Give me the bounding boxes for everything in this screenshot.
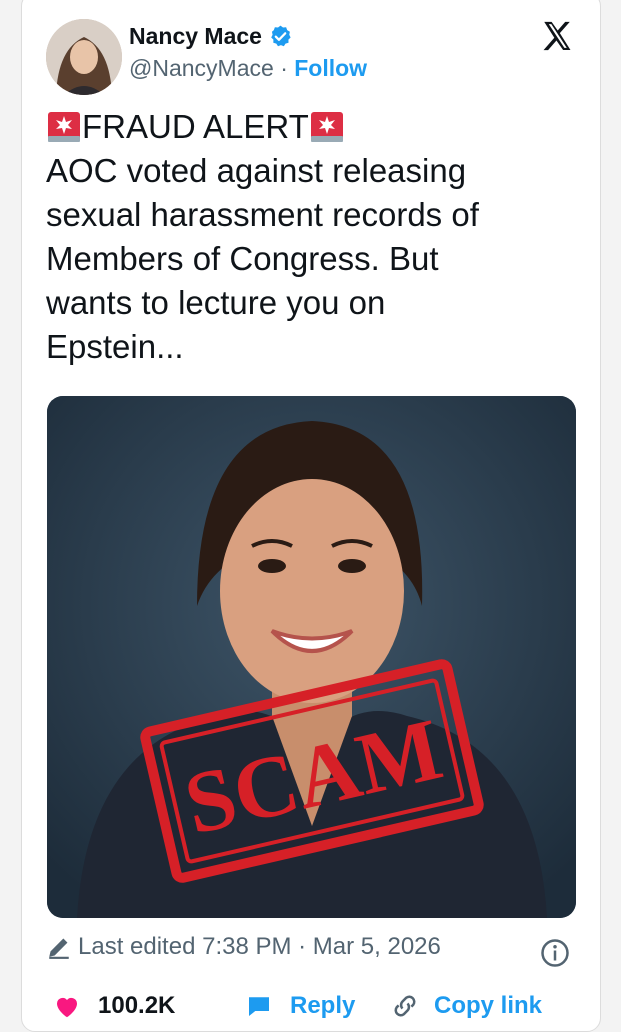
follow-button[interactable]: Follow	[294, 55, 367, 81]
tweet-line-6: Epstein...	[46, 328, 184, 365]
edited-label: Last edited 7:38 PM · Mar 5, 2026	[78, 933, 441, 960]
copy-link-action[interactable]: Copy link	[390, 991, 542, 1021]
tweet-line-text-1: FRAUD ALERT	[82, 108, 309, 145]
heart-icon	[57, 997, 77, 1018]
tweet-text: FRAUD ALERT AOC voted against releasing …	[46, 105, 566, 369]
author-handle[interactable]: @NancyMace	[129, 55, 274, 81]
reply-label: Reply	[290, 992, 356, 1019]
police-light-icon	[48, 112, 80, 142]
tweet-line-4: Members of Congress. But	[46, 240, 439, 277]
like-action[interactable]: 100.2K	[52, 991, 175, 1021]
copy-link-label: Copy link	[434, 992, 543, 1019]
tweet-image[interactable]: SCAM	[47, 396, 576, 918]
avatar[interactable]	[46, 19, 122, 95]
separator-dot: ·	[280, 55, 295, 81]
tweet-line-3: sexual harassment records of	[46, 196, 479, 233]
police-light-icon	[310, 112, 343, 142]
author-name-row[interactable]: Nancy Mace	[129, 23, 293, 50]
reply-icon	[249, 997, 269, 1016]
x-logo-icon[interactable]	[540, 19, 574, 53]
info-icon[interactable]	[540, 938, 570, 968]
tweet-line-2: AOC voted against releasing	[46, 152, 467, 189]
tweet-line-1: FRAUD ALERT	[46, 105, 566, 149]
edited-info[interactable]: Last edited 7:38 PM · Mar 5, 2026	[46, 933, 441, 961]
like-count: 100.2K	[98, 992, 176, 1019]
reply-action[interactable]: Reply	[244, 991, 355, 1021]
pencil-icon	[49, 938, 69, 959]
tweet-line-5: wants to lecture you on	[46, 284, 386, 321]
tweet-card: Nancy Mace @NancyMace · Follow FRAUD ALE…	[21, 0, 601, 1032]
author-handle-row: @NancyMace · Follow	[129, 55, 367, 82]
author-name[interactable]: Nancy Mace	[129, 23, 262, 50]
verified-badge-icon	[271, 25, 291, 47]
action-bar: 100.2K Reply Copy link	[46, 991, 586, 1031]
link-icon	[394, 995, 416, 1017]
